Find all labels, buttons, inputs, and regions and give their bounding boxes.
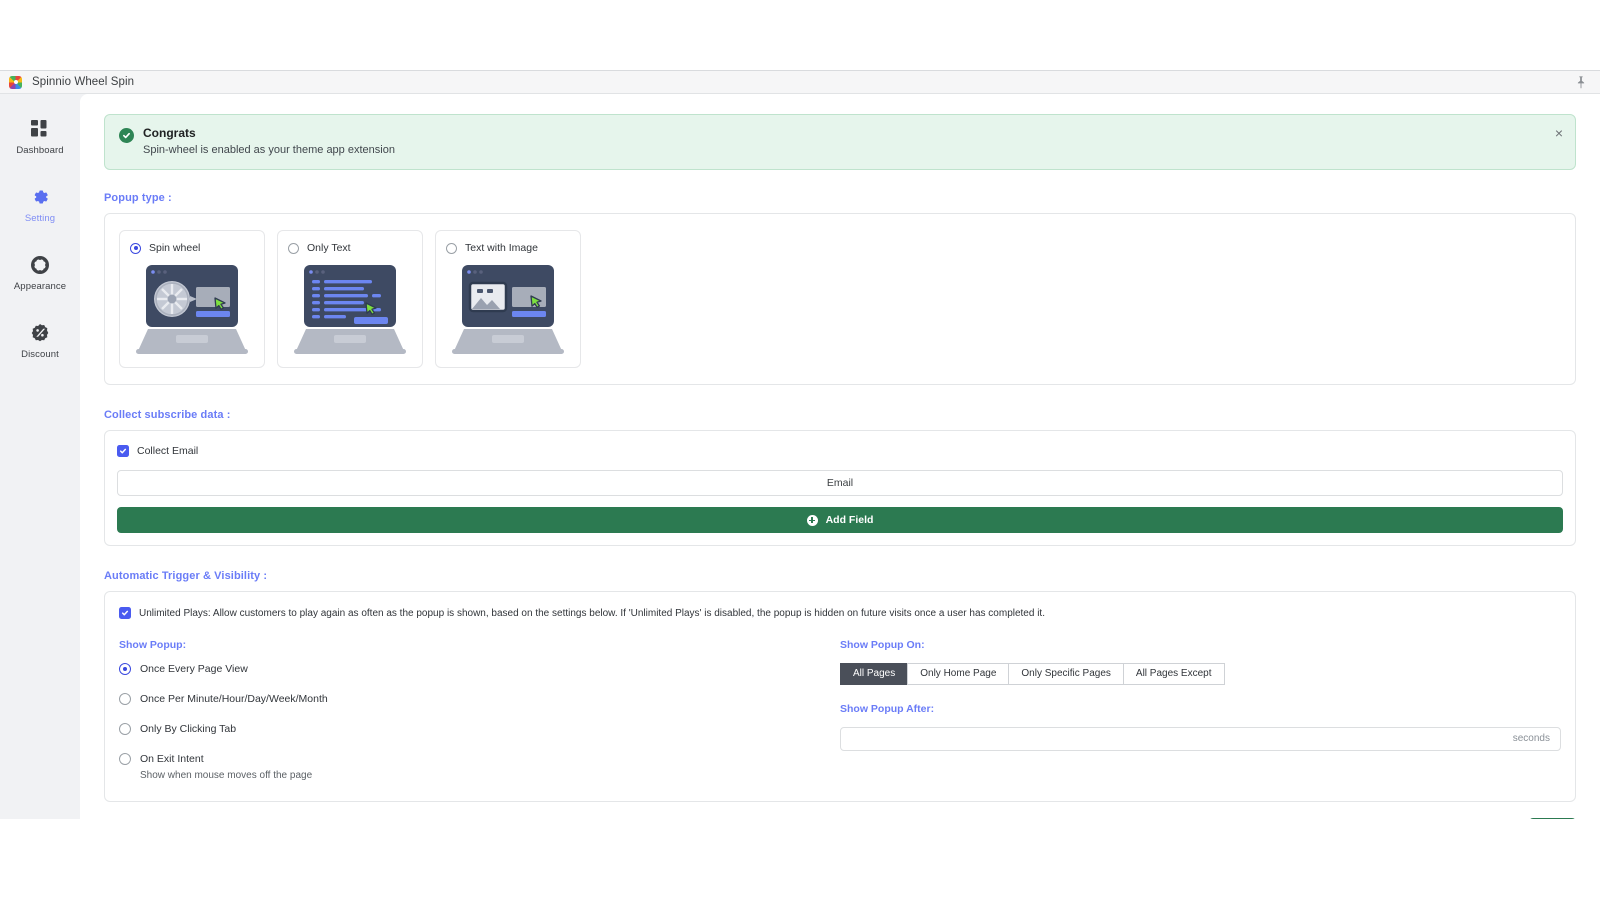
sidebar-item-dashboard[interactable]: Dashboard xyxy=(0,110,80,164)
trigger-section-label: Automatic Trigger & Visibility : xyxy=(104,570,268,582)
segment-only-specific-pages[interactable]: Only Specific Pages xyxy=(1008,662,1123,685)
show-popup-on-column: Show Popup On: All Pages Only Home Page … xyxy=(840,639,1561,781)
success-check-icon xyxy=(119,128,134,143)
appearance-icon xyxy=(31,256,49,274)
show-popup-option-only-by-clicking-tab[interactable]: Only By Clicking Tab xyxy=(119,722,840,735)
email-field[interactable]: Email xyxy=(117,470,1563,496)
segment-all-pages-except[interactable]: All Pages Except xyxy=(1122,662,1225,685)
segment-only-home-page[interactable]: Only Home Page xyxy=(907,662,1009,685)
show-popup-option-once-every-page-view[interactable]: Once Every Page View xyxy=(119,662,840,675)
sidebar-item-label: Dashboard xyxy=(16,145,64,156)
option-label: Once Every Page View xyxy=(140,662,248,675)
show-popup-column: Show Popup: Once Every Page View Once Pe… xyxy=(119,639,840,781)
gear-icon xyxy=(34,190,48,204)
laptop-spin-wheel-illustration xyxy=(136,265,248,354)
banner-title: Congrats xyxy=(143,126,196,140)
radio-only-by-clicking-tab[interactable] xyxy=(119,722,131,735)
popup-type-option-text-with-image[interactable]: Text with Image xyxy=(435,230,581,368)
radio-only-text[interactable] xyxy=(288,242,299,254)
unlimited-plays-checkbox[interactable] xyxy=(119,607,131,619)
sidebar-item-discount[interactable]: Discount xyxy=(0,314,80,368)
unlimited-plays-label: Unlimited Plays: Allow customers to play… xyxy=(139,608,1045,619)
show-popup-on-segmented-control: All Pages Only Home Page Only Specific P… xyxy=(840,662,1561,685)
app-window: Spinnio Wheel Spin Dashboard Setting App… xyxy=(0,70,1600,819)
show-popup-option-once-per-period[interactable]: Once Per Minute/Hour/Day/Week/Month xyxy=(119,692,840,705)
sidebar-item-appearance[interactable]: Appearance xyxy=(0,246,80,300)
main-content-panel: Congrats Spin-wheel is enabled as your t… xyxy=(80,94,1600,819)
add-field-button[interactable]: Add Field xyxy=(117,507,1563,533)
pin-icon[interactable] xyxy=(1574,75,1588,90)
on-exit-intent-helper-text: Show when mouse moves off the page xyxy=(140,769,313,781)
show-popup-label: Show Popup: xyxy=(119,638,187,651)
show-popup-after-input[interactable]: seconds xyxy=(840,726,1561,751)
laptop-text-with-image-illustration xyxy=(452,265,564,354)
seconds-suffix: seconds xyxy=(1512,733,1550,744)
popup-type-option-only-text[interactable]: Only Text xyxy=(277,230,423,368)
radio-spin-wheel[interactable] xyxy=(130,242,141,254)
popup-type-option-spin-wheel[interactable]: Spin wheel xyxy=(119,230,265,368)
collect-subscribe-card: Collect Email Email Add Field xyxy=(104,430,1576,546)
sidebar: Dashboard Setting Appearance Discount xyxy=(0,94,80,819)
segment-all-pages[interactable]: All Pages xyxy=(840,662,908,685)
collect-email-checkbox[interactable] xyxy=(117,445,129,457)
trigger-visibility-card: Unlimited Plays: Allow customers to play… xyxy=(104,591,1576,802)
save-button[interactable]: Save xyxy=(1528,817,1576,819)
sidebar-item-label: Appearance xyxy=(13,281,67,292)
banner-message: Spin-wheel is enabled as your theme app … xyxy=(143,144,395,156)
popup-type-card-group: Spin wheel Only Text Text with Image xyxy=(104,213,1576,385)
radio-once-every-page-view[interactable] xyxy=(119,662,131,675)
popup-type-section-label: Popup type : xyxy=(104,192,172,204)
show-popup-after-label: Show Popup After: xyxy=(840,702,935,715)
success-banner: Congrats Spin-wheel is enabled as your t… xyxy=(104,114,1576,170)
radio-text-with-image[interactable] xyxy=(446,242,457,254)
popup-type-label: Only Text xyxy=(307,242,351,254)
show-popup-option-on-exit-intent[interactable]: On Exit Intent xyxy=(119,752,840,765)
close-icon[interactable]: × xyxy=(1555,126,1563,140)
laptop-only-text-illustration xyxy=(294,265,406,354)
unlimited-plays-row[interactable]: Unlimited Plays: Allow customers to play… xyxy=(119,607,1561,621)
collect-email-label: Collect Email xyxy=(137,445,199,457)
sidebar-item-label: Discount xyxy=(21,349,59,360)
option-label: On Exit Intent xyxy=(140,752,204,765)
plus-circle-icon xyxy=(806,514,818,526)
show-popup-on-label: Show Popup On: xyxy=(840,638,925,651)
popup-type-label: Text with Image xyxy=(465,242,538,254)
footer-actions: Save xyxy=(80,802,1600,819)
option-label: Only By Clicking Tab xyxy=(140,722,237,735)
window-titlebar: Spinnio Wheel Spin xyxy=(0,71,1600,94)
option-label: Once Per Minute/Hour/Day/Week/Month xyxy=(140,692,328,705)
collect-section-label: Collect subscribe data : xyxy=(104,409,231,421)
app-title: Spinnio Wheel Spin xyxy=(32,76,135,88)
radio-on-exit-intent[interactable] xyxy=(119,752,131,765)
discount-tag-icon xyxy=(31,324,49,342)
add-field-label: Add Field xyxy=(825,514,874,526)
popup-type-label: Spin wheel xyxy=(149,242,201,254)
collect-email-row[interactable]: Collect Email xyxy=(117,445,1563,457)
radio-once-per-period[interactable] xyxy=(119,692,131,705)
spin-wheel-app-icon xyxy=(9,75,22,89)
sidebar-item-label: Setting xyxy=(24,213,56,224)
dashboard-grid-icon xyxy=(31,120,47,137)
sidebar-item-setting[interactable]: Setting xyxy=(0,178,80,232)
